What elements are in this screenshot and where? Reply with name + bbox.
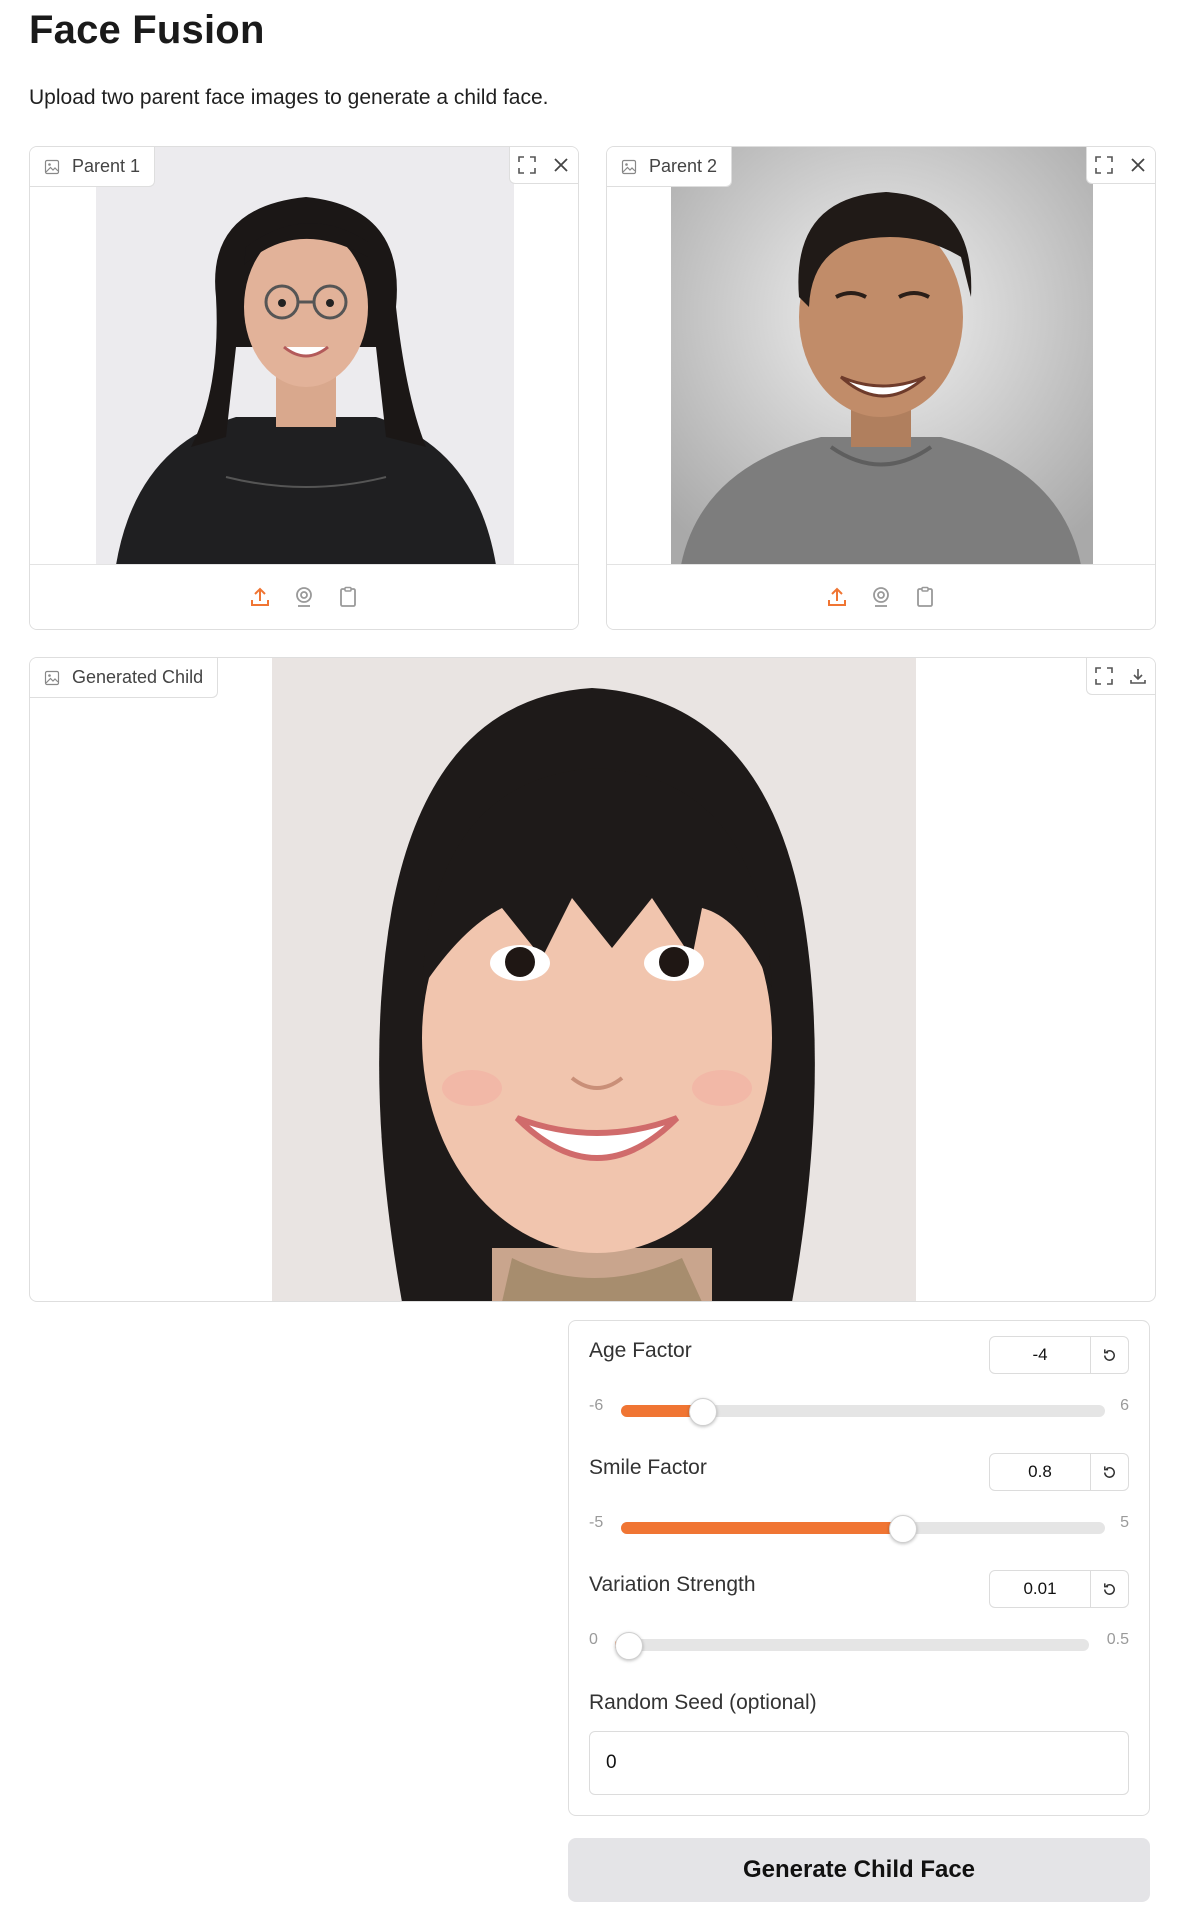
upload-button[interactable] — [247, 584, 273, 610]
fullscreen-icon — [1095, 156, 1113, 174]
fullscreen-icon — [1095, 667, 1113, 685]
smile-factor-slider[interactable] — [621, 1515, 1105, 1543]
page-description: Upload two parent face images to generat… — [29, 86, 549, 109]
variation-strength-number-box — [989, 1570, 1129, 1608]
smile-factor-reset-button[interactable] — [1090, 1454, 1128, 1490]
variation-strength-control: Variation Strength 0 0.5 — [589, 1555, 1129, 1665]
reset-icon — [1104, 1582, 1115, 1595]
age-factor-slider[interactable] — [621, 1398, 1105, 1426]
parent1-photo — [96, 147, 514, 565]
clipboard-icon — [340, 586, 356, 607]
reset-icon — [1104, 1348, 1115, 1361]
generate-child-face-button[interactable]: Generate Child Face — [568, 1838, 1150, 1902]
download-button[interactable] — [1121, 658, 1155, 694]
variation-strength-reset-button[interactable] — [1090, 1571, 1128, 1607]
parent1-face-image — [96, 147, 514, 565]
image-icon — [44, 159, 60, 174]
controls-panel: Age Factor -6 6 Smile Factor -5 5 — [568, 1320, 1150, 1816]
parent2-source-bar — [607, 564, 1155, 629]
fullscreen-button[interactable] — [1087, 658, 1121, 694]
parent1-toolbar — [509, 147, 578, 184]
upload-icon — [251, 587, 269, 606]
paste-button[interactable] — [912, 584, 938, 610]
smile-factor-thumb[interactable] — [889, 1515, 917, 1543]
page-title: Face Fusion — [29, 8, 265, 52]
parent1-image-panel[interactable]: Parent 1 — [29, 146, 579, 630]
child-toolbar — [1086, 658, 1155, 695]
variation-strength-label: Variation Strength — [589, 1573, 756, 1596]
age-factor-control: Age Factor -6 6 — [589, 1321, 1129, 1431]
reset-icon — [1104, 1465, 1115, 1478]
download-icon — [1130, 669, 1146, 684]
clear-image-button[interactable] — [544, 147, 578, 183]
smile-factor-fill — [621, 1522, 902, 1534]
parent2-face-image — [671, 147, 1093, 565]
close-icon — [554, 158, 568, 172]
smile-factor-min: -5 — [589, 1514, 604, 1531]
age-factor-min: -6 — [589, 1397, 604, 1414]
webcam-icon — [296, 587, 312, 607]
child-label: Generated Child — [72, 667, 204, 687]
child-image-panel: Generated Child — [29, 657, 1156, 1302]
child-label-tag: Generated Child — [30, 658, 219, 698]
age-factor-thumb[interactable] — [689, 1398, 717, 1426]
smile-factor-number-box — [989, 1453, 1129, 1491]
parent2-label-tag: Parent 2 — [607, 147, 733, 187]
smile-factor-input[interactable] — [990, 1454, 1090, 1490]
child-photo — [272, 658, 916, 1301]
fullscreen-button[interactable] — [1087, 147, 1121, 183]
clipboard-icon — [917, 586, 933, 607]
variation-strength-input[interactable] — [990, 1571, 1090, 1607]
child-face-image — [272, 658, 916, 1301]
clear-image-button[interactable] — [1121, 147, 1155, 183]
variation-strength-min: 0 — [589, 1631, 598, 1648]
fullscreen-icon — [518, 156, 536, 174]
parent2-toolbar — [1086, 147, 1155, 184]
parent2-label: Parent 2 — [649, 156, 718, 176]
upload-icon — [828, 587, 846, 606]
random-seed-input[interactable] — [589, 1731, 1129, 1795]
paste-button[interactable] — [335, 584, 361, 610]
webcam-button[interactable] — [291, 584, 317, 610]
smile-factor-max: 5 — [1120, 1514, 1129, 1531]
random-seed-label: Random Seed (optional) — [589, 1691, 817, 1714]
webcam-icon — [873, 587, 889, 607]
parent1-label: Parent 1 — [72, 156, 141, 176]
fullscreen-button[interactable] — [510, 147, 544, 183]
variation-strength-max: 0.5 — [1106, 1631, 1129, 1648]
parent1-label-tag: Parent 1 — [30, 147, 156, 187]
age-factor-max: 6 — [1120, 1397, 1129, 1414]
age-factor-input[interactable] — [990, 1337, 1090, 1373]
parent1-source-bar — [30, 564, 578, 629]
upload-button[interactable] — [824, 584, 850, 610]
smile-factor-control: Smile Factor -5 5 — [589, 1438, 1129, 1548]
image-icon — [621, 159, 637, 174]
parent2-photo — [671, 147, 1093, 565]
webcam-button[interactable] — [868, 584, 894, 610]
age-factor-reset-button[interactable] — [1090, 1337, 1128, 1373]
variation-strength-thumb[interactable] — [615, 1632, 643, 1660]
age-factor-number-box — [989, 1336, 1129, 1374]
parent2-image-panel[interactable]: Parent 2 — [606, 146, 1156, 630]
image-icon — [44, 670, 60, 685]
smile-factor-label: Smile Factor — [589, 1456, 707, 1479]
close-icon — [1131, 158, 1145, 172]
variation-strength-slider[interactable] — [615, 1632, 1089, 1660]
age-factor-label: Age Factor — [589, 1339, 692, 1362]
